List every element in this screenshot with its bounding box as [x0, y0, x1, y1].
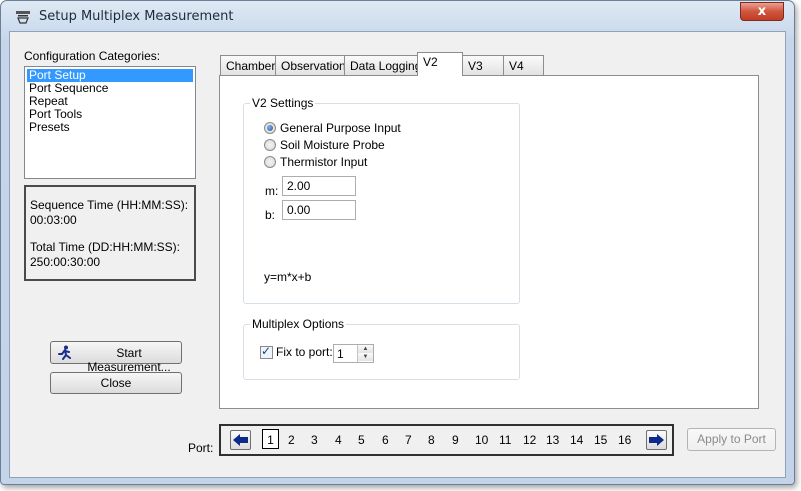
port-number-12[interactable]: 12 [523, 433, 536, 447]
checkbox-checked[interactable] [260, 344, 273, 360]
tab-v3[interactable]: V3 [462, 55, 504, 75]
radio-button-checked[interactable] [264, 122, 276, 134]
port-spinner[interactable]: 1 ▲ ▼ [333, 344, 374, 363]
port-number-10[interactable]: 10 [475, 433, 488, 447]
radio-soil-moisture-probe[interactable]: Soil Moisture Probe [264, 137, 385, 153]
window-title: Setup Multiplex Measurement [39, 9, 234, 24]
categories-label: Configuration Categories: [24, 49, 161, 63]
arrow-right-icon [649, 434, 664, 446]
apply-to-port-label: Apply to Port [697, 432, 766, 446]
sequence-time-label: Sequence Time (HH:MM:SS): [30, 198, 189, 212]
radio-label: Thermistor Input [280, 155, 368, 169]
radio-thermistor-input[interactable]: Thermistor Input [264, 154, 367, 170]
tab-observation[interactable]: Observation [275, 55, 352, 75]
port-number-13[interactable]: 13 [546, 433, 559, 447]
close-button[interactable]: Close [50, 372, 182, 394]
port-number-3[interactable]: 3 [311, 433, 318, 447]
setup-multiplex-window: Setup Multiplex Measurement x Configurat… [0, 0, 795, 485]
port-number-7[interactable]: 7 [405, 433, 412, 447]
radio-label: Soil Moisture Probe [280, 138, 385, 152]
b-label: b: [265, 208, 276, 222]
radio-button[interactable] [264, 156, 276, 168]
v2-settings-group: V2 Settings General Purpose Input Soil M… [243, 96, 520, 304]
port-label: Port: [188, 441, 214, 455]
port-number-6[interactable]: 6 [382, 433, 389, 447]
category-item-presets[interactable]: Presets [27, 121, 193, 134]
close-button-label: Close [100, 376, 132, 390]
apply-to-port-button[interactable]: Apply to Port [687, 428, 776, 451]
port-number-14[interactable]: 14 [570, 433, 583, 447]
port-number-1[interactable]: 1 [262, 429, 279, 449]
port-number-2[interactable]: 2 [288, 433, 295, 447]
sequence-time-value: 00:03:00 [30, 213, 77, 227]
port-number-11[interactable]: 11 [499, 433, 511, 447]
tab-v2[interactable]: V2 [417, 52, 463, 76]
port-number-16[interactable]: 16 [618, 433, 631, 447]
b-field[interactable]: 0.00 [282, 200, 356, 220]
arrow-left-icon [233, 434, 248, 446]
categories-listbox[interactable]: Port Setup Port Sequence Repeat Port Too… [24, 66, 196, 179]
port-number-15[interactable]: 15 [594, 433, 607, 447]
previous-port-button[interactable] [230, 430, 251, 450]
tab-data-logging[interactable]: Data Logging [344, 55, 428, 75]
v2-settings-title: V2 Settings [250, 96, 316, 110]
tab-chamber[interactable]: Chamber [220, 55, 282, 75]
port-number-5[interactable]: 5 [358, 433, 365, 447]
port-number-8[interactable]: 8 [428, 433, 435, 447]
total-time-label: Total Time (DD:HH:MM:SS): [30, 240, 181, 254]
total-time-value: 250:00:30:00 [30, 255, 101, 269]
multiplex-options-title: Multiplex Options [250, 317, 347, 331]
start-measurement-label: Start Measurement... [87, 346, 171, 374]
v2-tab-panel: V2 Settings General Purpose Input Soil M… [219, 75, 759, 409]
close-icon: x [757, 4, 767, 19]
time-summary-box: Sequence Time (HH:MM:SS): 00:03:00 Total… [24, 185, 196, 281]
radio-general-purpose-input[interactable]: General Purpose Input [264, 120, 401, 136]
app-icon [16, 11, 30, 24]
m-field[interactable]: 2.00 [282, 176, 356, 196]
radio-button[interactable] [264, 139, 276, 151]
spinner-arrows[interactable]: ▲ ▼ [357, 345, 373, 362]
formula-text: y=m*x+b [264, 270, 312, 284]
fix-to-port-label: Fix to port: [276, 345, 333, 359]
tab-v4[interactable]: V4 [503, 55, 544, 75]
running-man-icon [58, 345, 71, 360]
radio-label: General Purpose Input [280, 121, 401, 135]
next-port-button[interactable] [646, 430, 667, 450]
spin-up-icon[interactable]: ▲ [358, 345, 373, 353]
title-bar: Setup Multiplex Measurement x [1, 1, 794, 31]
fix-to-port-checkbox[interactable]: Fix to port: [260, 344, 333, 360]
port-selector-bar: 1 2 3 4 5 6 7 8 9 10 11 12 13 14 15 16 [219, 424, 674, 456]
window-close-button[interactable]: x [740, 2, 784, 21]
spin-down-icon[interactable]: ▼ [358, 353, 373, 361]
multiplex-options-group: Multiplex Options Fix to port: 1 ▲ ▼ [243, 317, 520, 380]
port-number-4[interactable]: 4 [335, 433, 342, 447]
port-number-9[interactable]: 9 [452, 433, 459, 447]
m-label: m: [265, 184, 279, 198]
dialog-client-area: Configuration Categories: Port Setup Por… [9, 31, 786, 478]
start-measurement-button[interactable]: Start Measurement... [50, 341, 182, 374]
port-spinner-value: 1 [337, 347, 344, 361]
